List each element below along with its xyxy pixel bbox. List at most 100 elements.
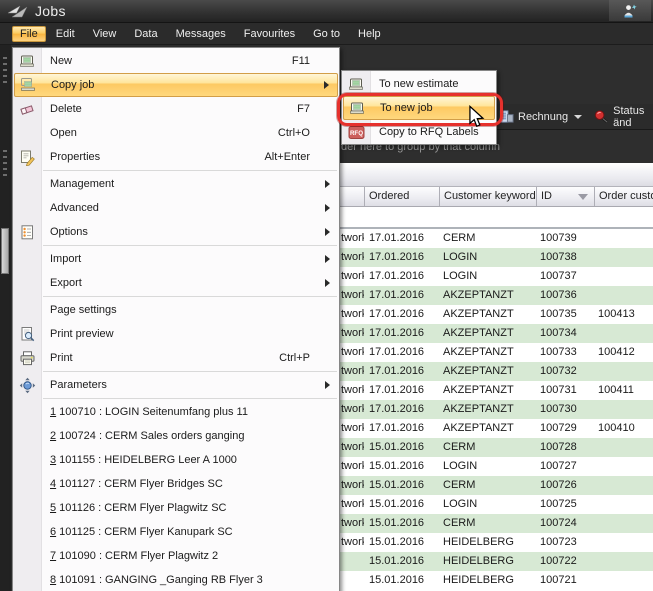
menu-item-advanced[interactable]: Advanced	[14, 196, 338, 220]
menu-item-open[interactable]: OpenCtrl+O	[14, 121, 338, 145]
rechnung-button[interactable]: Rechnung	[496, 106, 585, 127]
table-row[interactable]: twork17.01.2016AKZEPTANZT100731100411	[340, 381, 653, 400]
menu-item-export[interactable]: Export	[14, 271, 338, 295]
cell-id: 100736	[540, 286, 577, 305]
cell-customer-keyword: HEIDELBERG	[443, 533, 514, 552]
menu-item-label: 2 100724 : CERM Sales orders ganging	[50, 430, 244, 442]
column-header-order-customer[interactable]: Order custo	[595, 187, 653, 206]
cell-artwork: twork	[341, 457, 364, 476]
menubar-item-file[interactable]: File	[12, 26, 46, 42]
menu-item-new[interactable]: NewF11	[14, 49, 338, 73]
menu-item-label: Parameters	[50, 379, 107, 391]
cell-id: 100726	[540, 476, 577, 495]
cell-order-customer: 100411	[598, 381, 634, 400]
sort-desc-icon	[578, 194, 588, 200]
submenu-arrow-icon	[324, 81, 329, 89]
user-icon	[622, 3, 638, 19]
menu-item-101127-cerm-flyer-bridges-sc[interactable]: 4 101127 : CERM Flyer Bridges SC	[14, 472, 338, 496]
status-change-button[interactable]: Status änd	[591, 106, 653, 127]
menu-item-100710-login-seitenumfang-plus-11[interactable]: 1 100710 : LOGIN Seitenumfang plus 11	[14, 400, 338, 424]
table-row[interactable]: twork17.01.2016LOGIN100737	[340, 267, 653, 286]
table-row[interactable]: twork15.01.2016CERM100726	[340, 476, 653, 495]
menubar-item-favourites[interactable]: Favourites	[236, 26, 303, 42]
menu-item-101091-ganging-ganging-rb-flyer-3[interactable]: 8 101091 : GANGING _Ganging RB Flyer 3	[14, 568, 338, 591]
table-row[interactable]: 15.01.2016HEIDELBERG100722	[340, 552, 653, 571]
table-row[interactable]: twork17.01.2016LOGIN100738	[340, 248, 653, 267]
menu-item-label: 7 101090 : CERM Flyer Plagwitz 2	[50, 550, 218, 562]
menu-item-management[interactable]: Management	[14, 172, 338, 196]
menu-item-page-settings[interactable]: Page settings	[14, 298, 338, 322]
eraser-icon	[19, 101, 36, 118]
menu-item-101126-cerm-flyer-plagwitz-sc[interactable]: 5 101126 : CERM Flyer Plagwitz SC	[14, 496, 338, 520]
table-row[interactable]: 15.01.2016HEIDELBERG100721	[340, 571, 653, 590]
table-row[interactable]: twork17.01.2016AKZEPTANZT100732	[340, 362, 653, 381]
menu-item-import[interactable]: Import	[14, 247, 338, 271]
cell-id: 100730	[540, 400, 577, 419]
grid-rows: twork17.01.2016CERM100739twork17.01.2016…	[340, 229, 653, 590]
cell-id: 100735	[540, 305, 577, 324]
table-row[interactable]: twork15.01.2016HEIDELBERG100723	[340, 533, 653, 552]
swoosh-icon	[7, 4, 29, 19]
menu-item-parameters[interactable]: Parameters	[14, 373, 338, 397]
menubar-item-help[interactable]: Help	[350, 26, 389, 42]
menu-item-delete[interactable]: DeleteF7	[14, 97, 338, 121]
cell-artwork: twork	[341, 324, 364, 343]
menu-item-101155-heidelberg-leer-a-1000[interactable]: 3 101155 : HEIDELBERG Leer A 1000	[14, 448, 338, 472]
table-row[interactable]: twork17.01.2016CERM100739	[340, 229, 653, 248]
column-header-id[interactable]: ID	[537, 187, 595, 206]
menu-item-101090-cerm-flyer-plagwitz-2[interactable]: 7 101090 : CERM Flyer Plagwitz 2	[14, 544, 338, 568]
cell-ordered: 17.01.2016	[369, 248, 424, 267]
left-dock-strip	[0, 45, 11, 591]
table-row[interactable]: twork17.01.2016AKZEPTANZT100730	[340, 400, 653, 419]
dock-grip[interactable]	[3, 150, 7, 176]
cell-artwork: twork	[341, 286, 364, 305]
submenu-arrow-icon	[325, 228, 330, 236]
cell-id: 100734	[540, 324, 577, 343]
menubar-item-edit[interactable]: Edit	[48, 26, 83, 42]
menu-item-print-preview[interactable]: Print preview	[14, 322, 338, 346]
column-header-customer-keyword[interactable]: Customer keyword	[440, 187, 537, 206]
column-header-ordered[interactable]: Ordered	[365, 187, 440, 206]
table-row[interactable]: twork17.01.2016AKZEPTANZT100736	[340, 286, 653, 305]
cell-artwork: twork	[341, 533, 364, 552]
recent-item-number: 1	[50, 406, 56, 418]
cell-ordered: 15.01.2016	[369, 438, 424, 457]
menu-item-100724-cerm-sales-orders-ganging[interactable]: 2 100724 : CERM Sales orders ganging	[14, 424, 338, 448]
cell-customer-keyword: CERM	[443, 476, 475, 495]
column-header-artwork[interactable]	[340, 187, 365, 206]
dock-grip[interactable]	[3, 57, 7, 83]
cell-customer-keyword: HEIDELBERG	[443, 571, 514, 590]
menubar-item-view[interactable]: View	[85, 26, 125, 42]
cell-ordered: 17.01.2016	[369, 419, 424, 438]
menubar-item-go-to[interactable]: Go to	[305, 26, 348, 42]
menu-item-options[interactable]: Options	[14, 220, 338, 244]
print-preview-icon	[19, 326, 36, 343]
table-row[interactable]: twork15.01.2016LOGIN100727	[340, 457, 653, 476]
grid-filter-row[interactable]	[340, 207, 653, 229]
menu-bar: FileEditViewDataMessagesFavouritesGo toH…	[0, 23, 653, 45]
menu-item-copy-job[interactable]: rect x="2.5" y="3" width="11" height="8"…	[14, 73, 338, 97]
menu-item-properties[interactable]: PropertiesAlt+Enter	[14, 145, 338, 169]
table-row[interactable]: twork15.01.2016LOGIN100725	[340, 495, 653, 514]
cell-customer-keyword: HEIDELBERG	[443, 552, 514, 571]
recent-item-number: 4	[50, 478, 56, 490]
table-row[interactable]: twork15.01.2016CERM100724	[340, 514, 653, 533]
cell-customer-keyword: LOGIN	[443, 495, 477, 514]
menu-item-print[interactable]: PrintCtrl+P	[14, 346, 338, 370]
table-row[interactable]: twork17.01.2016AKZEPTANZT100729100410	[340, 419, 653, 438]
table-row[interactable]: twork17.01.2016AKZEPTANZT100734	[340, 324, 653, 343]
table-row[interactable]: twork17.01.2016AKZEPTANZT100735100413	[340, 305, 653, 324]
menubar-item-data[interactable]: Data	[126, 26, 165, 42]
submenu-arrow-icon	[325, 381, 330, 389]
table-row[interactable]: twork15.01.2016CERM100728	[340, 438, 653, 457]
cell-customer-keyword: AKZEPTANZT	[443, 305, 514, 324]
to-new-estimate-icon	[348, 76, 365, 93]
cell-ordered: 15.01.2016	[369, 533, 424, 552]
menu-item-101125-cerm-flyer-kanupark-sc[interactable]: 6 101125 : CERM Flyer Kanupark SC	[14, 520, 338, 544]
user-button[interactable]	[609, 0, 651, 21]
recent-item-number: 5	[50, 502, 56, 514]
menubar-item-messages[interactable]: Messages	[168, 26, 234, 42]
dock-scroll-thumb[interactable]	[1, 228, 9, 274]
table-row[interactable]: twork17.01.2016AKZEPTANZT100733100412	[340, 343, 653, 362]
menu-item-shortcut: F7	[297, 103, 310, 115]
